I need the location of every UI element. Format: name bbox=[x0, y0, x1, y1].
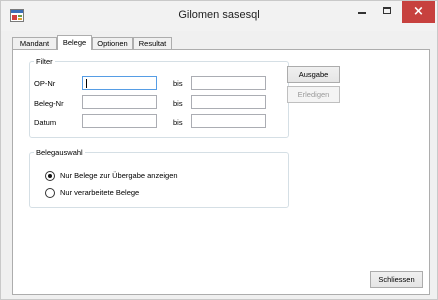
filter-group-legend: Filter bbox=[36, 57, 53, 66]
tab-resultat[interactable]: Resultat bbox=[133, 37, 172, 49]
radio-button[interactable] bbox=[45, 188, 55, 198]
title-bar[interactable]: Gilomen sasesql × bbox=[1, 1, 437, 31]
minimize-button[interactable] bbox=[349, 1, 375, 23]
radio-option-uebergabe-label: Nur Belege zur Übergabe anzeigen bbox=[60, 171, 178, 180]
close-button[interactable]: × bbox=[402, 1, 435, 23]
tab-mandant[interactable]: Mandant bbox=[12, 37, 57, 49]
close-icon: × bbox=[413, 4, 424, 19]
op-nr-label: OP-Nr bbox=[34, 79, 56, 88]
datum-bis-label: bis bbox=[173, 118, 183, 127]
app-window: Gilomen sasesql × Mandant Belege Optione… bbox=[0, 0, 438, 300]
tab-belege[interactable]: Belege bbox=[57, 35, 92, 50]
minimize-icon bbox=[358, 12, 366, 14]
beleg-nr-from-input[interactable] bbox=[82, 95, 157, 109]
datum-from-input[interactable] bbox=[82, 114, 157, 128]
tab-optionen[interactable]: Optionen bbox=[92, 37, 133, 49]
op-nr-bis-label: bis bbox=[173, 79, 183, 88]
erledigen-button[interactable]: Erledigen bbox=[287, 86, 340, 103]
schliessen-button[interactable]: Schliessen bbox=[370, 271, 423, 288]
datum-to-input[interactable] bbox=[191, 114, 266, 128]
maximize-button[interactable] bbox=[375, 1, 401, 23]
datum-label: Datum bbox=[34, 118, 57, 127]
beleg-nr-to-input[interactable] bbox=[191, 95, 266, 109]
op-nr-to-input[interactable] bbox=[191, 76, 266, 90]
maximize-icon bbox=[383, 7, 391, 14]
belegauswahl-group-legend: Belegauswahl bbox=[36, 148, 83, 157]
radio-dot bbox=[48, 174, 52, 178]
tab-panel-belege: Filter OP-Nr bis Beleg-Nr bis Datum bis … bbox=[12, 49, 430, 295]
ausgabe-button[interactable]: Ausgabe bbox=[287, 66, 340, 83]
radio-option-verarbeitete-label: Nur verarbeitete Belege bbox=[60, 188, 140, 197]
text-caret bbox=[86, 79, 87, 88]
beleg-nr-bis-label: bis bbox=[173, 99, 183, 108]
op-nr-from-input[interactable] bbox=[82, 76, 157, 90]
beleg-nr-label: Beleg-Nr bbox=[34, 99, 64, 108]
radio-button-selected[interactable] bbox=[45, 171, 55, 181]
